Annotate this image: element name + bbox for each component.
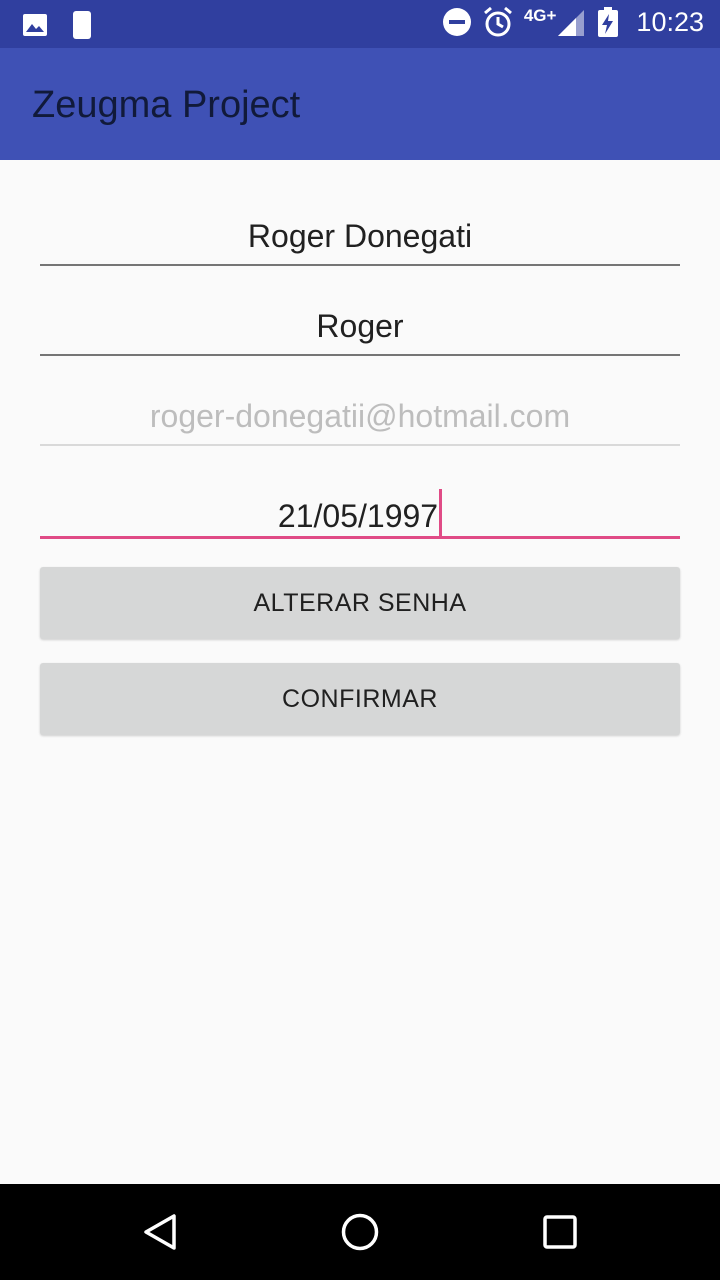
change-password-button[interactable]: ALTERAR SENHA (40, 567, 680, 639)
app-title: Zeugma Project (32, 84, 301, 126)
back-icon[interactable] (140, 1212, 180, 1257)
dnd-icon (442, 7, 472, 37)
phone-icon (72, 10, 92, 40)
navigation-bar (0, 1184, 720, 1280)
confirm-button[interactable]: CONFIRMAR (40, 663, 680, 735)
birthdate-wrap: 21/05/1997 (40, 489, 680, 537)
battery-charging-icon (596, 6, 620, 38)
clock: 10:23 (636, 6, 704, 37)
nickname-field[interactable]: Roger (40, 286, 680, 356)
image-icon (22, 13, 48, 37)
home-icon[interactable] (340, 1212, 380, 1257)
email-field[interactable]: roger-donegatii@hotmail.com (40, 376, 680, 446)
signal-icon (556, 7, 586, 37)
birthdate-field[interactable]: 21/05/1997 (40, 469, 680, 539)
alarm-icon (482, 6, 514, 38)
nickname-value: Roger (316, 308, 404, 344)
network-type: 4G+ (523, 6, 557, 25)
email-hint: roger-donegatii@hotmail.com (149, 398, 571, 434)
name-value: Roger Donegati (247, 218, 473, 254)
status-bar: 4G+ 10:23 (0, 0, 720, 48)
birthdate-value: 21/05/1997 (277, 498, 439, 534)
recents-icon[interactable] (542, 1212, 578, 1257)
app-bar: Zeugma Project (0, 48, 720, 160)
name-field[interactable]: Roger Donegati (40, 196, 680, 266)
text-cursor (439, 489, 443, 537)
